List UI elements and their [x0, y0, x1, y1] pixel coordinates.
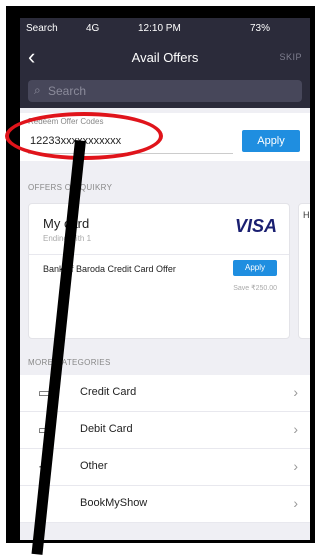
- search-placeholder: Search: [48, 84, 87, 98]
- status-bar: Search 4G 12:10 PM 73%: [20, 18, 310, 40]
- battery-label: 73%: [250, 23, 271, 34]
- search-input[interactable]: ⌕ Search: [28, 80, 302, 102]
- search-icon: ⌕: [34, 83, 41, 97]
- nav-bar: ‹ Avail Offers SKIP: [20, 40, 310, 78]
- list-item-label: Debit Card: [80, 423, 133, 435]
- list-item-label: Credit Card: [80, 386, 137, 398]
- visa-logo: VISA: [234, 216, 277, 236]
- next-card-initial: H: [303, 210, 310, 220]
- page-title: Avail Offers: [131, 50, 199, 65]
- signal-label: 4G: [86, 23, 100, 34]
- search-bar: ⌕ Search: [20, 78, 310, 108]
- list-item-label: Other: [80, 460, 108, 472]
- chevron-right-icon: ›: [293, 421, 298, 437]
- list-item[interactable]: ✎ BookMyShow ›: [20, 486, 310, 523]
- carrier-label: Search: [26, 23, 58, 34]
- more-categories-heading: MORE CATEGORIES: [28, 358, 111, 367]
- chevron-right-icon: ›: [293, 384, 298, 400]
- next-offer-card[interactable]: H: [298, 203, 310, 339]
- apply-code-button[interactable]: Apply: [242, 130, 300, 152]
- save-amount: Save ₹250.00: [233, 285, 277, 292]
- list-item[interactable]: ⋯ Other ›: [20, 449, 310, 486]
- list-item[interactable]: ▭ Credit Card ›: [20, 375, 310, 412]
- chevron-right-icon: ›: [293, 458, 298, 474]
- apply-offer-button[interactable]: Apply: [233, 260, 277, 276]
- chevron-right-icon: ›: [293, 495, 298, 511]
- time-label: 12:10 PM: [138, 23, 181, 34]
- list-item[interactable]: ▭ Debit Card ›: [20, 412, 310, 449]
- skip-button[interactable]: SKIP: [279, 52, 302, 62]
- category-list: ▭ Credit Card › ▭ Debit Card › ⋯ Other ›…: [20, 375, 310, 523]
- list-item-label: BookMyShow: [80, 497, 148, 509]
